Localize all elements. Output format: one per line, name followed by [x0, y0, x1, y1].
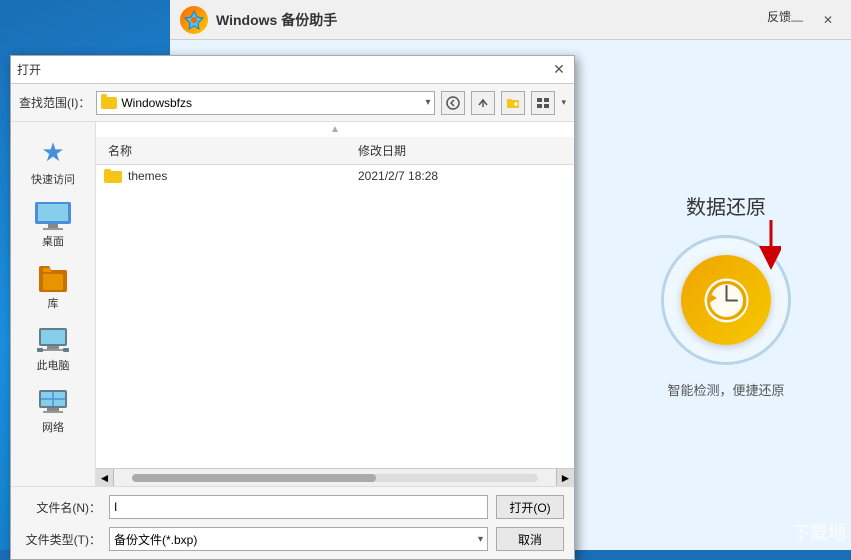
col-date-header: 修改日期 [354, 140, 506, 161]
hscroll-track [132, 474, 538, 482]
file-list-body: themes 2021/2/7 18:28 [96, 165, 574, 468]
col-type-header [506, 149, 566, 153]
back-icon [446, 96, 460, 110]
restore-title: 数据还原 [686, 191, 766, 220]
bg-titlebar: Windows 备份助手 反馈 — ✕ [170, 0, 851, 40]
network-icon [35, 388, 71, 416]
folder-icon-combo [101, 97, 117, 109]
file-list-panel: ▲ 名称 修改日期 themes 2021/2/7 18:28 [96, 122, 574, 486]
sidebar-label-thispc: 此电脑 [37, 357, 70, 373]
sidebar-label-network: 网络 [42, 419, 64, 435]
restore-section: 数据还原 [661, 191, 791, 399]
scroll-right-button[interactable]: ► [556, 469, 574, 487]
col-name-header: 名称 [104, 140, 354, 161]
new-folder-icon [506, 96, 520, 110]
file-list-scrollbar[interactable]: ◄ ► [96, 468, 574, 486]
filename-label: 文件名(N)： [21, 499, 101, 516]
file-name: themes [128, 169, 358, 183]
restore-subtitle: 智能检测，便捷还原 [667, 380, 784, 399]
file-open-dialog: 打开 ✕ 查找范围(I)： Windowsbfzs ▾ [10, 55, 575, 560]
open-button[interactable]: 打开(O) [496, 495, 564, 519]
view-icon [536, 96, 550, 110]
desktop-icon [35, 202, 71, 230]
watermark: 下载地 [792, 519, 846, 545]
table-row[interactable]: themes 2021/2/7 18:28 [96, 165, 574, 187]
library-icon [35, 264, 71, 292]
sidebar-item-thispc[interactable]: 此电脑 [11, 321, 95, 378]
combo-value-container: Windowsbfzs [101, 96, 192, 110]
search-scope-combo[interactable]: Windowsbfzs ▾ [96, 91, 435, 115]
toolbar-new-folder-button[interactable] [501, 91, 525, 115]
bg-titlebar-left: Windows 备份助手 [180, 6, 337, 34]
feedback-button[interactable]: 反馈 [767, 8, 791, 25]
filetype-label: 文件类型(T)： [21, 531, 101, 548]
sidebar-label-library: 库 [48, 295, 59, 311]
toolbar-view-button[interactable] [531, 91, 555, 115]
file-list-header: 名称 修改日期 [96, 137, 574, 165]
sidebar-item-network[interactable]: 网络 [11, 383, 95, 440]
bg-title: Windows 备份助手 [216, 10, 337, 30]
filetype-value-text: 备份文件(*.bxp) [114, 531, 197, 548]
toolbar-up-button[interactable] [471, 91, 495, 115]
sidebar-item-library[interactable]: 库 [11, 259, 95, 316]
filename-input[interactable] [109, 495, 488, 519]
restore-clock-icon [699, 273, 754, 328]
red-arrow-icon [751, 220, 781, 270]
dialog-content: ★ 快速访问 桌面 [11, 122, 574, 486]
sidebar-label-desktop: 桌面 [42, 233, 64, 249]
combo-arrow-icon: ▾ [425, 97, 430, 108]
folder-body [104, 171, 122, 183]
bg-title-controls: 反馈 — ✕ [783, 11, 841, 29]
restore-icon-container [661, 235, 791, 365]
search-scope-label: 查找范围(I)： [19, 94, 90, 111]
dialog-bottom: 文件名(N)： 打开(O) 文件类型(T)： 备份文件(*.bxp) ▾ 取消 [11, 486, 574, 559]
sidebar-label-quick-access: 快速访问 [31, 171, 75, 187]
up-icon [476, 96, 490, 110]
star-icon: ★ [41, 137, 64, 168]
computer-icon [35, 326, 71, 354]
app-icon [180, 6, 208, 34]
filename-row: 文件名(N)： 打开(O) [21, 495, 564, 519]
close-bg-button[interactable]: ✕ [815, 11, 841, 29]
sidebar-panel: ★ 快速访问 桌面 [11, 122, 96, 486]
scroll-left-button[interactable]: ◄ [96, 469, 114, 487]
filetype-combo[interactable]: 备份文件(*.bxp) ▾ [109, 527, 488, 551]
toolbar-back-button[interactable] [441, 91, 465, 115]
view-dropdown-arrow: ▾ [561, 97, 566, 108]
folder-icon [104, 169, 122, 183]
hscroll-thumb [132, 474, 376, 482]
dialog-close-button[interactable]: ✕ [550, 61, 568, 79]
filetype-row: 文件类型(T)： 备份文件(*.bxp) ▾ 取消 [21, 527, 564, 551]
dialog-titlebar: 打开 ✕ [11, 56, 574, 84]
dialog-toolbar: 查找范围(I)： Windowsbfzs ▾ [11, 84, 574, 122]
cancel-button[interactable]: 取消 [496, 527, 564, 551]
scroll-hint: ▲ [96, 122, 574, 137]
file-date: 2021/2/7 18:28 [358, 169, 506, 183]
sidebar-item-quick-access[interactable]: ★ 快速访问 [11, 132, 95, 192]
dialog-title: 打开 [17, 61, 41, 78]
filetype-arrow-icon: ▾ [478, 534, 483, 545]
current-folder-text: Windowsbfzs [121, 96, 192, 110]
sidebar-item-desktop[interactable]: 桌面 [11, 197, 95, 254]
